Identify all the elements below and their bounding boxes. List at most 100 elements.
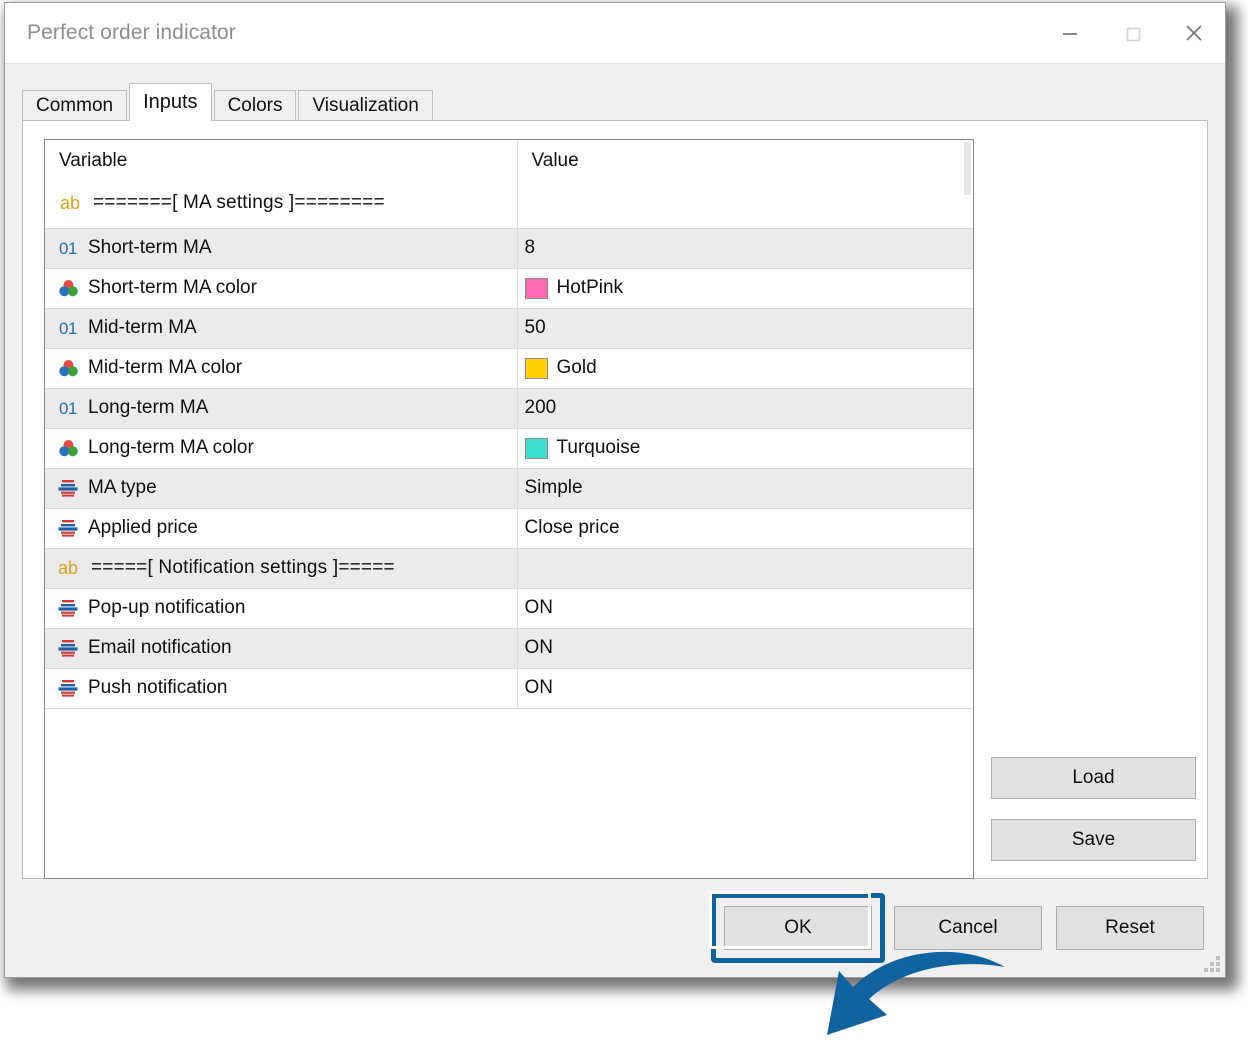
row-value-cell[interactable]: Turquoise <box>516 428 973 469</box>
enum-type-icon <box>57 598 79 618</box>
color-swatch <box>524 277 548 299</box>
enum-type-icon <box>57 518 79 538</box>
row-variable-label: Email notification <box>88 637 232 658</box>
row-variable-label: Mid-term MA <box>88 317 197 338</box>
row-value-cell[interactable]: Gold <box>516 348 973 389</box>
row-variable-cell[interactable]: 01 Short-term MA <box>45 228 517 269</box>
row-variable-label: MA type <box>88 477 157 498</box>
row-value-cell[interactable]: Simple <box>516 468 973 509</box>
color-type-icon <box>57 438 79 458</box>
row-value-label: Gold <box>556 357 597 378</box>
table-row[interactable]: MA type Simple <box>45 468 973 509</box>
tab-visualization[interactable]: Visualization <box>298 90 433 120</box>
row-value-cell[interactable] <box>516 548 973 589</box>
row-variable-cell[interactable]: Long-term MA color <box>45 428 517 469</box>
row-value-cell[interactable]: 50 <box>516 308 973 349</box>
row-variable-cell[interactable]: Mid-term MA color <box>45 348 517 389</box>
row-value-label: Simple <box>524 477 583 498</box>
indicator-properties-window: Perfect order indicator Common Inputs Co… <box>4 2 1226 1035</box>
tabstrip: Common Inputs Colors Visualization <box>22 82 1225 121</box>
tab-common[interactable]: Common <box>22 90 128 120</box>
row-variable-cell[interactable]: MA type <box>45 468 517 509</box>
maximize-button[interactable] <box>1101 4 1163 62</box>
string-type-icon: ab <box>57 558 79 578</box>
table-row[interactable]: Email notification ON <box>45 628 973 669</box>
preset-buttons: Load Save <box>991 757 1196 861</box>
table-body: 01 Short-term MA 8 Short-term MA color H… <box>45 228 973 709</box>
row-variable-label: Short-term MA <box>88 237 212 258</box>
minimize-button[interactable] <box>1039 4 1101 62</box>
row-variable-cell[interactable]: ab =====[ Notification settings ]===== <box>45 548 517 589</box>
row-value-cell[interactable]: ON <box>516 668 973 709</box>
table-row[interactable]: Applied price Close price <box>45 508 973 549</box>
row-value-label: 200 <box>524 397 557 418</box>
table-row[interactable]: Push notification ON <box>45 668 973 709</box>
row-value-cell[interactable]: ON <box>516 628 973 669</box>
row-value-label: ON <box>524 677 554 698</box>
table-row-section[interactable]: ab =====[ Notification settings ]===== <box>45 548 973 589</box>
row-variable-cell[interactable]: Email notification <box>45 628 517 669</box>
row-variable-cell[interactable]: 01 Mid-term MA <box>45 308 517 349</box>
row-value-cell[interactable]: 200 <box>516 388 973 429</box>
row-variable-label: Mid-term MA color <box>88 357 243 378</box>
table-row[interactable]: 01 Mid-term MA 50 <box>45 308 973 349</box>
table-row[interactable]: 01 Long-term MA 200 <box>45 388 973 429</box>
maximize-icon <box>1121 22 1143 44</box>
screen-root: Perfect order indicator Common Inputs Co… <box>0 0 1248 1035</box>
section-row-ma-settings[interactable]: ab =======[ MA settings ]======== <box>59 192 517 214</box>
row-variable-cell[interactable]: Push notification <box>45 668 517 709</box>
table-row[interactable]: Pop-up notification ON <box>45 588 973 629</box>
color-swatch <box>524 357 548 379</box>
close-icon <box>1181 20 1207 46</box>
minimize-icon <box>1059 22 1081 44</box>
resize-grip-icon[interactable] <box>1204 956 1220 972</box>
row-value-cell[interactable]: 8 <box>516 228 973 269</box>
reset-button[interactable]: Reset <box>1056 906 1204 950</box>
cancel-button[interactable]: Cancel <box>894 906 1042 950</box>
row-value-cell[interactable]: HotPink <box>516 268 973 309</box>
save-button[interactable]: Save <box>991 819 1196 861</box>
color-swatch <box>524 437 548 459</box>
table-scrollbar[interactable] <box>964 142 971 195</box>
integer-type-icon: 01 <box>59 398 77 418</box>
color-type-icon <box>57 278 79 298</box>
row-variable-label: Applied price <box>88 517 198 538</box>
ok-button[interactable]: OK <box>724 906 872 950</box>
row-value-label: ON <box>524 597 554 618</box>
column-header-value[interactable]: Value <box>516 140 973 229</box>
row-value-cell[interactable]: ON <box>516 588 973 629</box>
row-value-label: Turquoise <box>556 437 641 458</box>
inputs-tab-panel: Variable ab =======[ MA settings ]======… <box>22 120 1208 1035</box>
load-button[interactable]: Load <box>991 757 1196 799</box>
column-header-variable[interactable]: Variable ab =======[ MA settings ]======… <box>45 140 517 229</box>
row-variable-label: Pop-up notification <box>88 597 246 618</box>
row-variable-cell[interactable]: 01 Long-term MA <box>45 388 517 429</box>
section-label-ma-settings: =======[ MA settings ]======== <box>93 192 385 213</box>
window-titlebar[interactable]: Perfect order indicator <box>5 3 1225 64</box>
row-variable-label: Long-term MA color <box>88 437 254 458</box>
row-variable-label: Short-term MA color <box>88 277 257 298</box>
table-row[interactable]: 01 Short-term MA 8 <box>45 228 973 269</box>
table-row[interactable]: Short-term MA color HotPink <box>45 268 973 309</box>
row-variable-label: Push notification <box>88 677 228 698</box>
close-button[interactable] <box>1163 4 1225 62</box>
row-variable-cell[interactable]: Applied price <box>45 508 517 549</box>
table-row[interactable]: Long-term MA color Turquoise <box>45 428 973 469</box>
table-header-row: Variable ab =======[ MA settings ]======… <box>45 140 973 229</box>
row-value-cell[interactable]: Close price <box>516 508 973 549</box>
row-value-label: 8 <box>524 237 536 258</box>
row-value-label: ON <box>524 637 554 658</box>
tab-inputs[interactable]: Inputs <box>129 83 212 121</box>
enum-type-icon <box>57 678 79 698</box>
dialog-action-bar: OK Cancel Reset <box>5 879 1225 977</box>
table-row[interactable]: Mid-term MA color Gold <box>45 348 973 389</box>
row-variable-cell[interactable]: Short-term MA color <box>45 268 517 309</box>
enum-type-icon <box>57 478 79 498</box>
row-value-label: 50 <box>524 317 546 338</box>
section-label-notification-settings: =====[ Notification settings ]===== <box>91 557 395 578</box>
row-variable-cell[interactable]: Pop-up notification <box>45 588 517 629</box>
row-value-label: Close price <box>524 517 620 538</box>
string-type-icon: ab <box>59 193 81 213</box>
parameters-table[interactable]: Variable ab =======[ MA settings ]======… <box>44 139 974 879</box>
tab-colors[interactable]: Colors <box>213 90 297 120</box>
